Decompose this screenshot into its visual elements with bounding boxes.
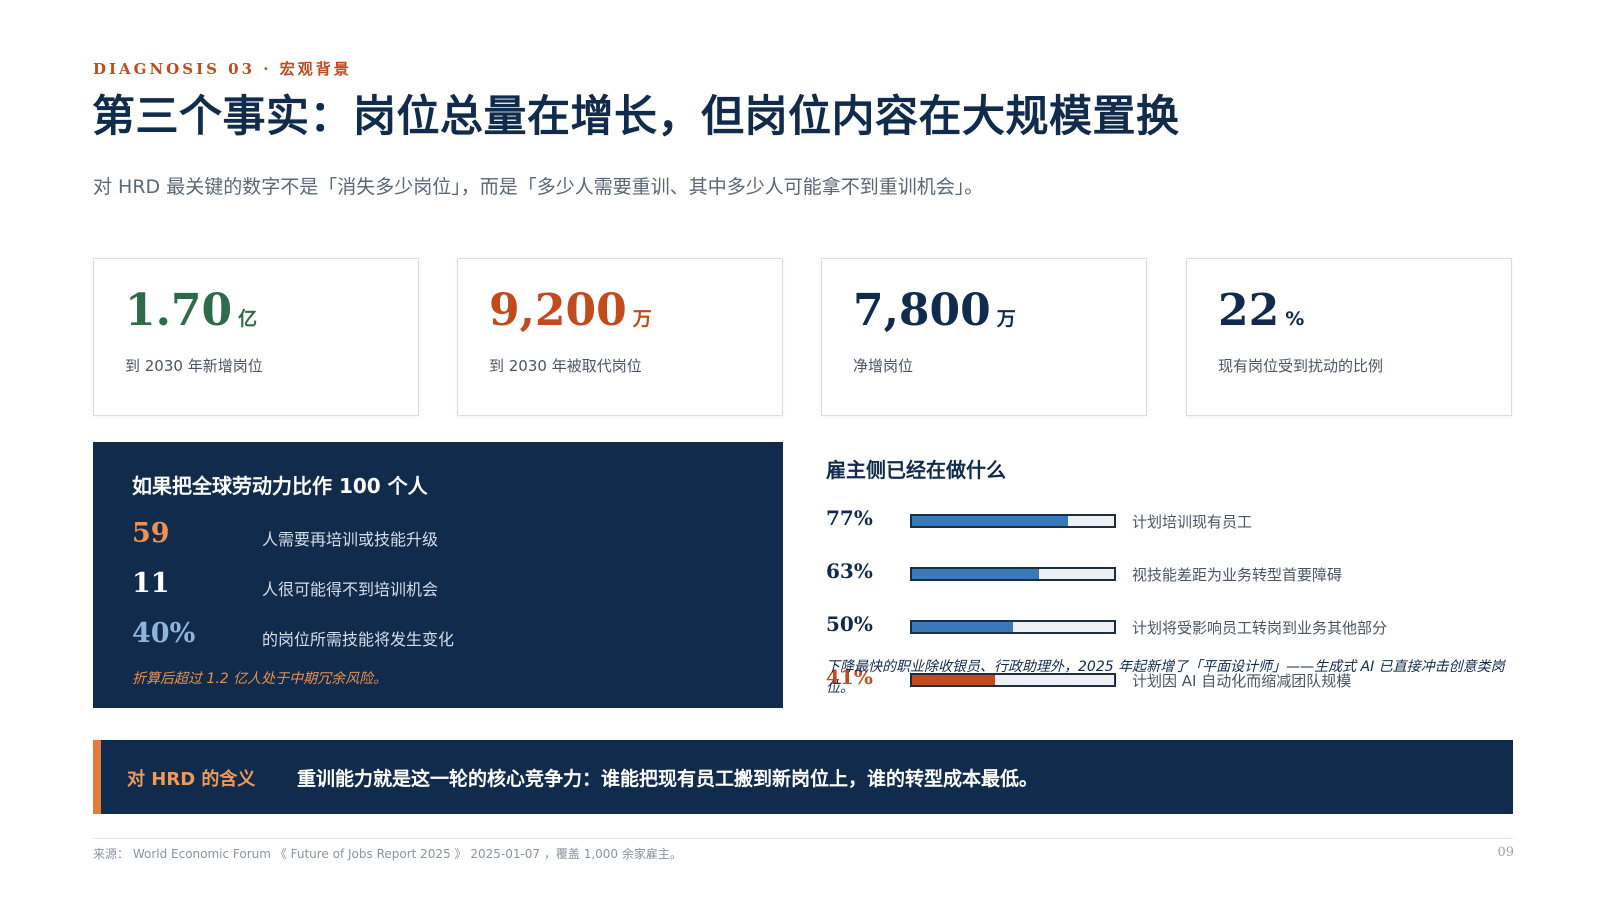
stat-label: 到 2030 年新增岗位 <box>125 357 263 375</box>
workforce-panel: 如果把全球劳动力比作 100 个人 59 人需要再培训或技能升级 11 人很可能… <box>93 442 783 708</box>
stat-card-displaced-jobs: 9,200 万 到 2030 年被取代岗位 <box>457 258 783 416</box>
bar-fill <box>912 516 1068 526</box>
bar-percent: 77% <box>826 506 873 530</box>
stat-card-new-jobs: 1.70 亿 到 2030 年新增岗位 <box>93 258 419 416</box>
stat-unit: 万 <box>996 308 1016 330</box>
bar-track <box>910 567 1116 581</box>
stat-label: 净增岗位 <box>853 357 914 375</box>
workforce-number: 40% <box>132 618 196 649</box>
bar-track <box>910 620 1116 634</box>
bar-label: 视技能差距为业务转型首要障碍 <box>1132 566 1343 584</box>
stat-value: 1.70 亿 <box>125 285 257 336</box>
page-title: 第三个事实：岗位总量在增长，但岗位内容在大规模置换 <box>92 92 1180 142</box>
workforce-row: 40% 的岗位所需技能将发生变化 <box>132 618 752 654</box>
stat-number: 1.70 <box>125 285 233 336</box>
bar-label: 计划将受影响员工转岗到业务其他部分 <box>1132 619 1388 637</box>
source-citation: 来源： World Economic Forum 《 Future of Job… <box>93 847 682 861</box>
workforce-text: 人需要再培训或技能升级 <box>262 530 439 549</box>
workforce-row: 11 人很可能得不到培训机会 <box>132 568 752 604</box>
bar-track <box>910 514 1116 528</box>
workforce-number: 59 <box>132 518 170 549</box>
stat-value: 7,800 万 <box>853 285 1016 336</box>
workforce-note: 折算后超过 1.2 亿人处于中期冗余风险。 <box>132 671 388 687</box>
employers-title: 雇主侧已经在做什么 <box>826 458 1006 482</box>
workforce-text: 的岗位所需技能将发生变化 <box>262 630 455 649</box>
stat-value: 22% <box>1218 285 1304 336</box>
footer-divider <box>93 838 1513 839</box>
employer-bar-row: 77% 计划培训现有员工 <box>826 506 1526 536</box>
stat-label: 到 2030 年被取代岗位 <box>489 357 642 375</box>
employer-bar-row: 63% 视技能差距为业务转型首要障碍 <box>826 559 1526 589</box>
employers-note: 下降最快的职业除收银员、行政助理外，2025 年起新增了「平面设计师」——生成式… <box>826 659 1505 696</box>
hrd-implication-banner: 对 HRD 的含义 重训能力就是这一轮的核心竞争力：谁能把现有员工搬到新岗位上，… <box>93 740 1513 814</box>
eyebrow: DIAGNOSIS 03 · 宏观背景 <box>93 60 352 78</box>
stat-label: 现有岗位受到扰动的比例 <box>1218 357 1384 375</box>
bar-fill <box>912 569 1040 579</box>
stat-number: 9,200 <box>489 285 627 336</box>
workforce-number: 11 <box>132 568 170 599</box>
workforce-row: 59 人需要再培训或技能升级 <box>132 518 752 554</box>
hrd-label: 对 HRD 的含义 <box>127 769 256 790</box>
stat-unit: 亿 <box>238 308 258 330</box>
page-subtitle: 对 HRD 最关键的数字不是「消失多少岗位」，而是「多少人需要重训、其中多少人可… <box>93 176 984 198</box>
stat-unit: % <box>1285 308 1305 330</box>
stat-card-disruption: 22% 现有岗位受到扰动的比例 <box>1186 258 1512 416</box>
bar-label: 计划培训现有员工 <box>1132 513 1253 531</box>
stat-value: 9,200 万 <box>489 285 652 336</box>
employer-bar-row: 50% 计划将受影响员工转岗到业务其他部分 <box>826 612 1526 642</box>
bar-percent: 63% <box>826 559 873 583</box>
workforce-text: 人很可能得不到培训机会 <box>262 580 439 599</box>
stat-number: 22 <box>1218 285 1280 336</box>
stat-unit: 万 <box>632 308 652 330</box>
bar-fill <box>912 622 1013 632</box>
stat-card-net-jobs: 7,800 万 净增岗位 <box>821 258 1147 416</box>
workforce-title: 如果把全球劳动力比作 100 个人 <box>132 474 428 498</box>
page-number: 09 <box>1497 845 1514 860</box>
bar-percent: 50% <box>826 612 873 636</box>
hrd-text: 重训能力就是这一轮的核心竞争力：谁能把现有员工搬到新岗位上，谁的转型成本最低。 <box>297 768 1039 790</box>
stat-number: 7,800 <box>853 285 991 336</box>
